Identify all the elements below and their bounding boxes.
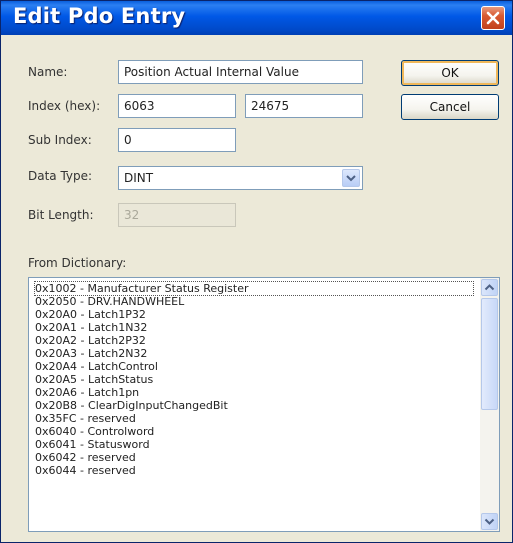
dictionary-scrollbar[interactable] — [480, 278, 499, 531]
close-icon — [486, 11, 500, 25]
name-label: Name: — [28, 65, 68, 79]
scroll-up-button[interactable] — [481, 279, 498, 296]
arrow-down-icon — [484, 518, 495, 525]
list-item[interactable]: 0x20A0 - Latch1P32 — [35, 308, 146, 321]
list-item[interactable]: 0x6041 - Statusword — [35, 438, 150, 451]
list-item[interactable]: 0x20A4 - LatchControl — [35, 360, 158, 373]
window-title: Edit Pdo Entry — [13, 4, 186, 28]
list-item[interactable]: 0x20A6 - Latch1pn — [35, 386, 139, 399]
close-button[interactable] — [481, 6, 505, 30]
bitlength-field: 32 — [118, 203, 236, 227]
title-bar[interactable]: Edit Pdo Entry — [1, 1, 512, 35]
name-field[interactable]: Position Actual Internal Value — [118, 60, 363, 84]
arrow-up-icon — [484, 284, 495, 291]
ok-button[interactable]: OK — [401, 60, 499, 86]
index-label: Index (hex): — [28, 99, 101, 113]
list-item[interactable]: 0x20B8 - ClearDigInputChangedBit — [35, 399, 228, 412]
datatype-label: Data Type: — [28, 169, 93, 183]
dictionary-label: From Dictionary: — [28, 256, 127, 270]
scroll-down-button[interactable] — [481, 513, 498, 530]
index-hex-field[interactable]: 6063 — [118, 94, 236, 118]
list-item[interactable]: 0x20A1 - Latch1N32 — [35, 321, 147, 334]
cancel-button[interactable]: Cancel — [401, 94, 499, 120]
list-item[interactable]: 0x6042 - reserved — [35, 451, 136, 464]
list-item[interactable]: 0x6044 - reserved — [35, 464, 136, 477]
datatype-dropdown-button[interactable] — [342, 169, 360, 187]
datatype-value: DINT — [124, 171, 154, 185]
edit-pdo-entry-dialog: Edit Pdo Entry Name: Position Actual Int… — [0, 0, 513, 543]
list-item[interactable]: 0x20A3 - Latch2N32 — [35, 347, 147, 360]
subindex-field[interactable]: 0 — [118, 128, 236, 152]
list-item[interactable]: 0x20A2 - Latch2P32 — [35, 334, 146, 347]
datatype-select[interactable]: DINT — [118, 166, 363, 190]
list-item[interactable]: 0x2050 - DRV.HANDWHEEL — [35, 295, 184, 308]
dictionary-list[interactable]: 0x1002 - Manufacturer Status Register 0x… — [28, 277, 500, 532]
scroll-thumb[interactable] — [481, 298, 498, 410]
chevron-down-icon — [346, 175, 356, 182]
list-item[interactable]: 0x35FC - reserved — [35, 412, 136, 425]
list-item[interactable]: 0x20A5 - LatchStatus — [35, 373, 153, 386]
bitlength-label: Bit Length: — [28, 208, 94, 222]
list-item[interactable]: 0x1002 - Manufacturer Status Register — [34, 281, 474, 296]
list-item[interactable]: 0x6040 - Controlword — [35, 425, 154, 438]
index-dec-field[interactable]: 24675 — [245, 94, 363, 118]
subindex-label: Sub Index: — [28, 133, 92, 147]
